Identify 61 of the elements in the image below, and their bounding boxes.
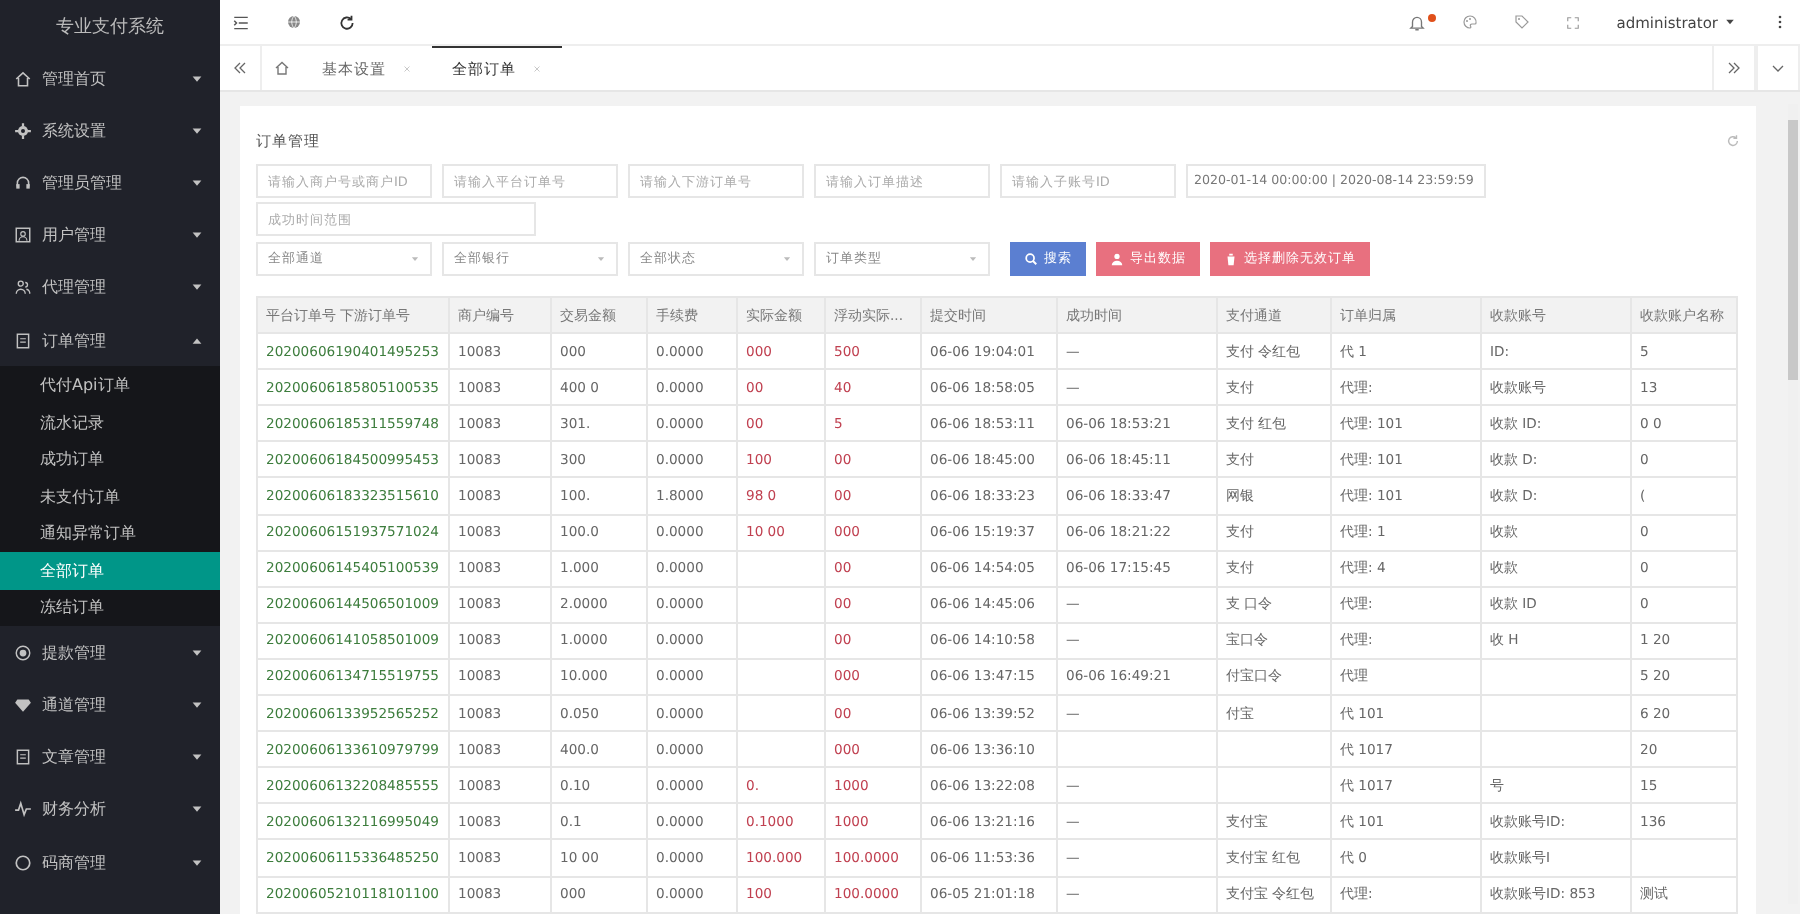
sidebar-item[interactable]: 系统设置	[0, 104, 220, 157]
caret-icon	[190, 123, 204, 138]
chevron-down-icon[interactable]	[1770, 60, 1786, 76]
caret-icon	[190, 333, 204, 348]
sidebar-item[interactable]: 财务分析	[0, 783, 220, 837]
refresh-icon[interactable]	[338, 13, 356, 31]
headset-icon	[14, 173, 32, 192]
caret-icon	[190, 175, 204, 190]
sidebar-item[interactable]: 文章管理	[0, 731, 220, 784]
sidebar-subitem[interactable]: 代付Api订单	[0, 366, 220, 404]
sidebar-subitem[interactable]: 全部订单	[0, 552, 220, 590]
sidebar-item[interactable]: 码商管理	[0, 836, 220, 889]
caret-icon	[190, 698, 204, 713]
sidebar-subitem[interactable]: 冻结订单	[0, 589, 220, 627]
sidebar-subitem[interactable]: 流水记录	[0, 403, 220, 441]
fullscreen-icon[interactable]	[1566, 15, 1581, 29]
tag-icon[interactable]	[1514, 14, 1531, 30]
caret-icon	[968, 254, 978, 264]
search-icon	[1024, 252, 1038, 266]
sidebar-item[interactable]: 通道管理	[0, 678, 220, 732]
target-icon	[14, 643, 32, 662]
chart-icon	[14, 800, 32, 819]
caret-icon	[190, 802, 204, 817]
scrollbar-thumb[interactable]	[1788, 120, 1798, 380]
caret-icon	[190, 645, 204, 660]
sidebar-subitem[interactable]: 成功订单	[0, 440, 220, 478]
people-icon	[14, 278, 32, 297]
globe-icon[interactable]	[286, 14, 302, 30]
sidebar-item[interactable]: 管理首页	[0, 52, 220, 105]
caret-icon	[410, 254, 420, 264]
diamond-icon	[14, 696, 32, 715]
caret-icon	[190, 855, 204, 870]
menu-icon[interactable]	[232, 13, 250, 31]
document-icon	[14, 331, 32, 350]
caret-icon	[190, 228, 204, 243]
caret-icon	[190, 750, 204, 765]
sidebar-item[interactable]: 管理员管理	[0, 156, 220, 210]
sidebar-title: 专业支付系统	[54, 15, 166, 41]
caret-icon	[190, 280, 204, 295]
document-icon	[14, 748, 32, 767]
caret-icon	[596, 254, 606, 264]
sidebar-item[interactable]: 提款管理	[0, 626, 220, 679]
sidebar-subitem[interactable]: 通知异常订单	[0, 515, 220, 553]
person-icon	[1110, 252, 1124, 266]
double-right-icon[interactable]	[1726, 60, 1742, 76]
sidebar-subitem[interactable]: 未支付订单	[0, 477, 220, 515]
trash-icon	[1224, 252, 1238, 266]
caret-icon	[190, 71, 204, 86]
double-left-icon[interactable]	[232, 60, 248, 76]
user-card-icon	[14, 226, 32, 245]
circle-icon	[14, 853, 32, 872]
gear-icon	[14, 121, 32, 140]
sidebar-item[interactable]: 订单管理	[0, 313, 220, 367]
home-icon	[14, 69, 32, 88]
bell-icon[interactable]	[1408, 13, 1427, 31]
sidebar-item[interactable]: 代理管理	[0, 261, 220, 314]
caret-icon	[782, 254, 792, 264]
caret-icon	[1724, 16, 1736, 28]
sidebar-item[interactable]: 用户管理	[0, 209, 220, 262]
palette-icon[interactable]	[1462, 14, 1479, 30]
home-icon[interactable]	[274, 60, 290, 76]
